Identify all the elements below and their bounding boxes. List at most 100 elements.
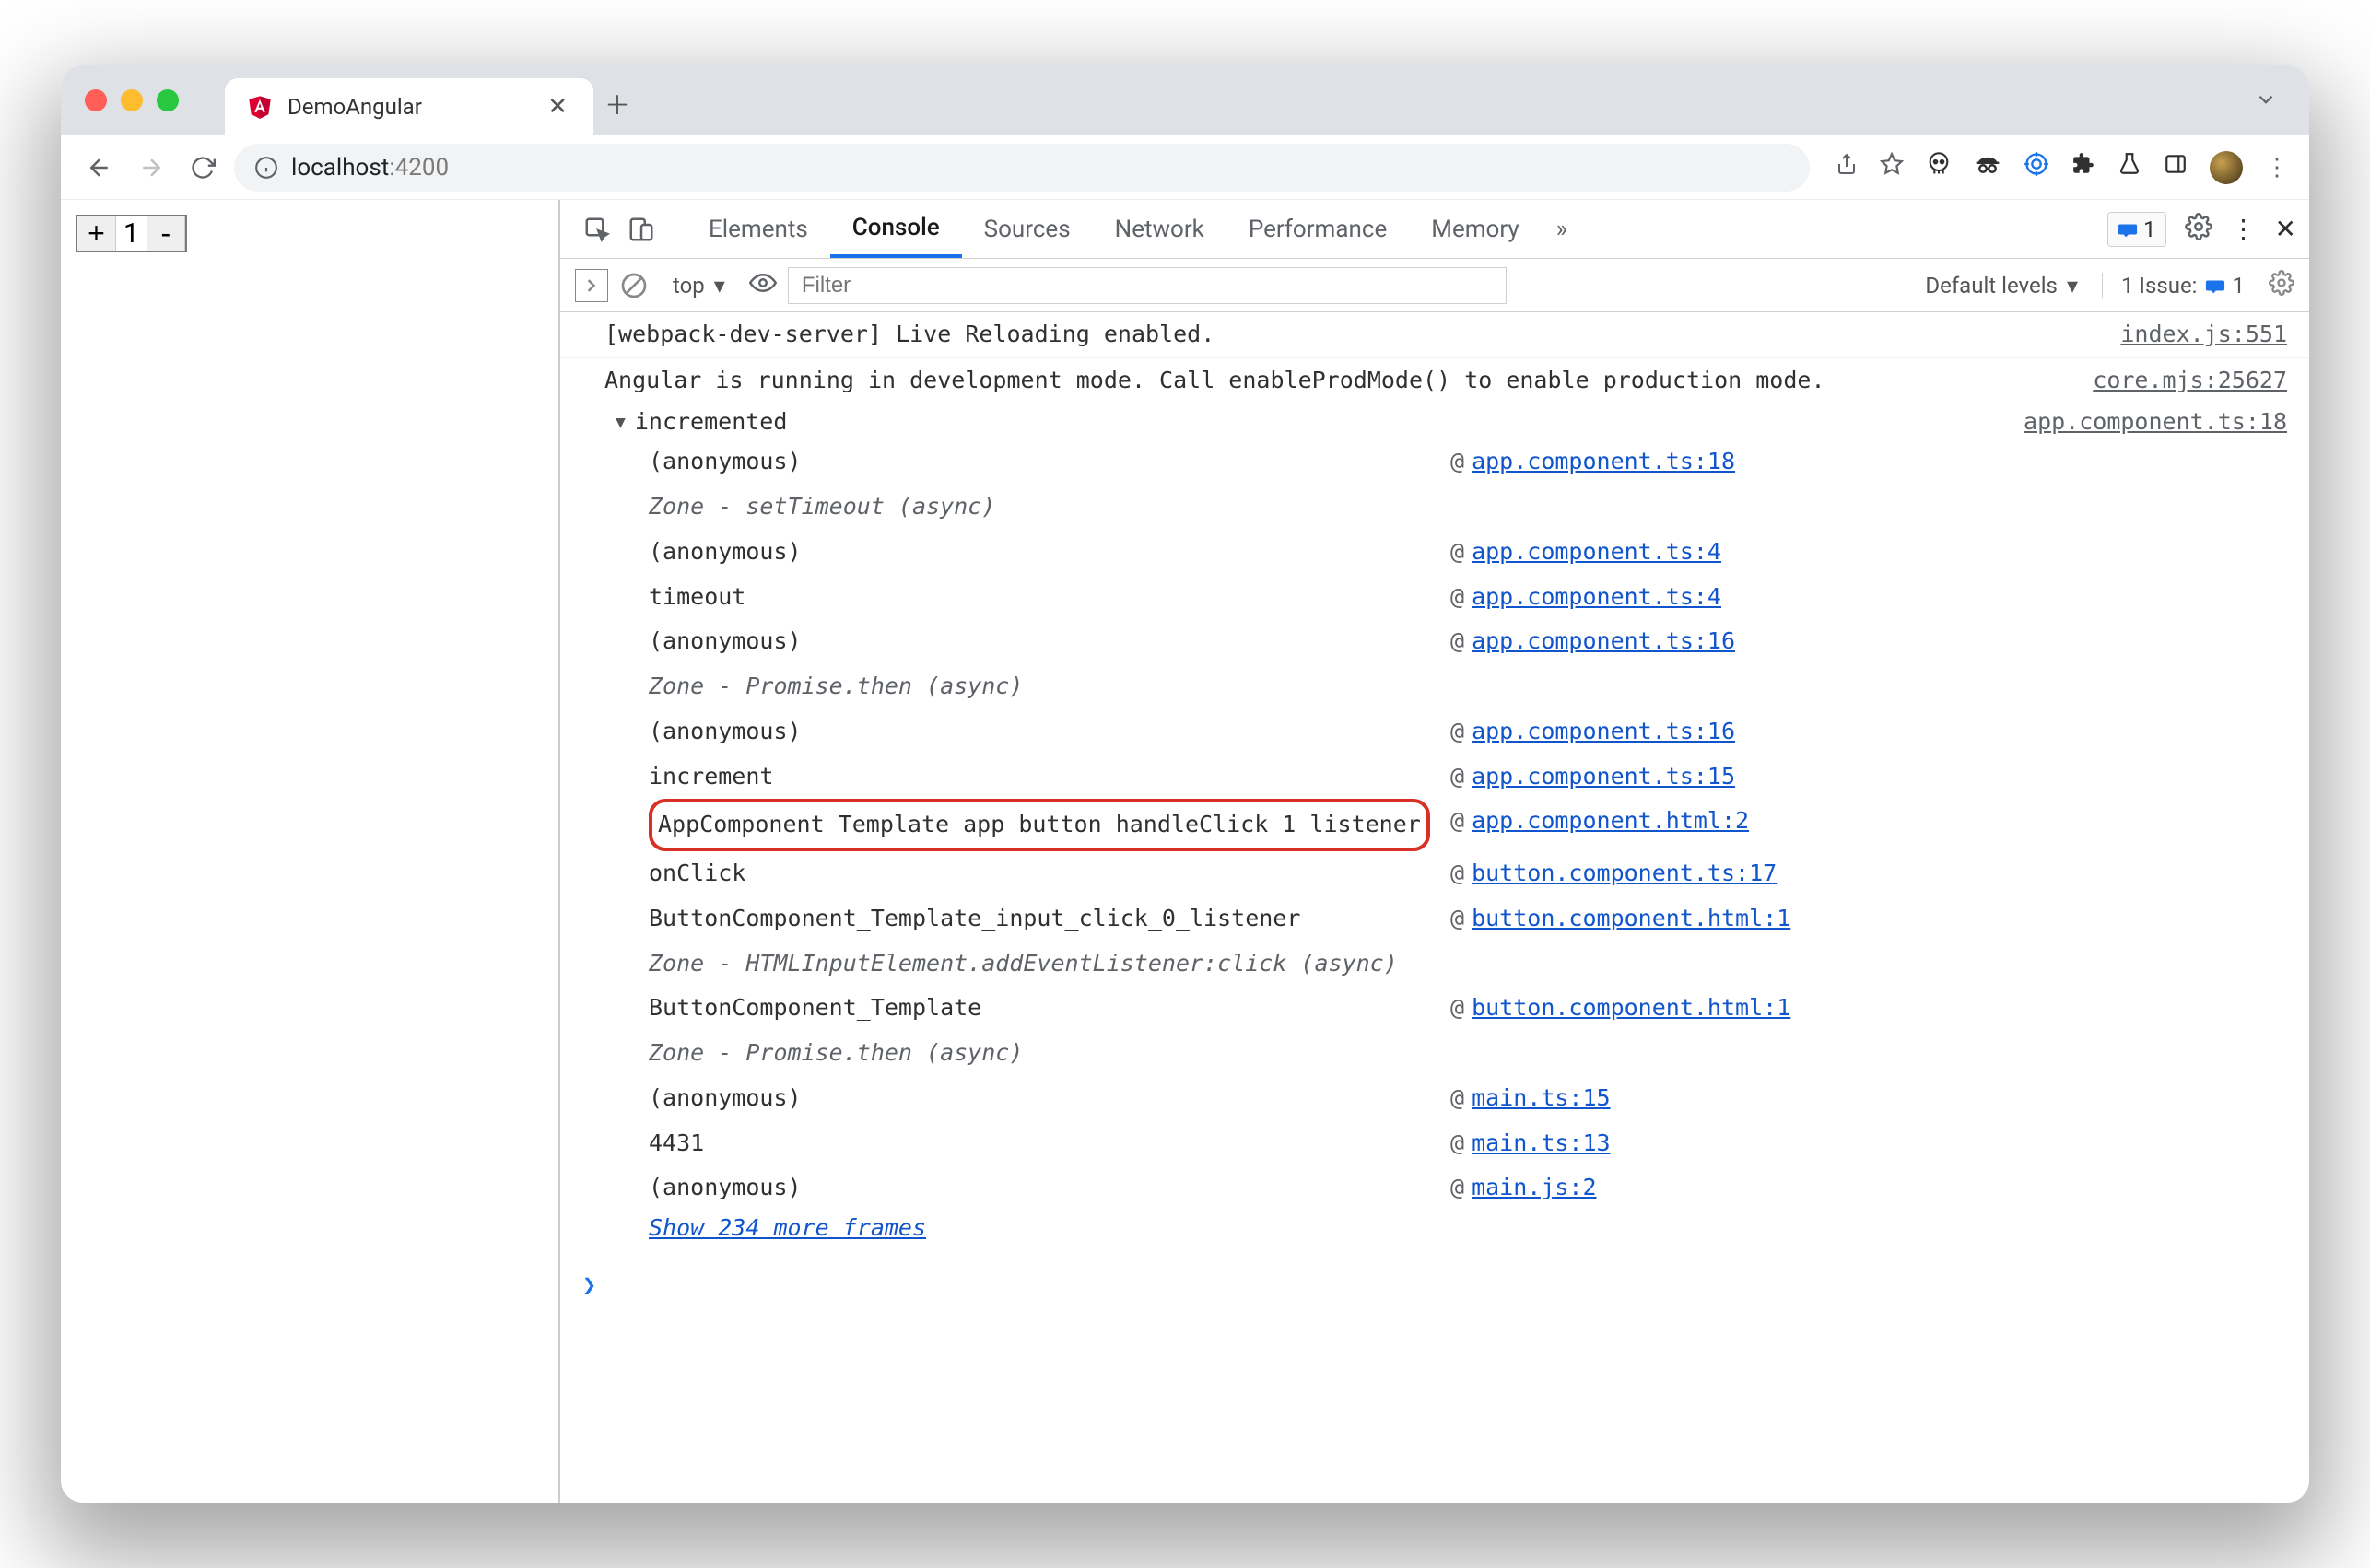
tab-search-icon[interactable] — [2254, 88, 2278, 115]
frame-source-link[interactable]: app.component.ts:16 — [1472, 619, 1735, 664]
stack-frame: increment@app.component.ts:15 — [616, 755, 2287, 800]
devtools-menu-icon[interactable]: ⋮ — [2231, 214, 2257, 244]
frame-function: (anonymous) — [649, 1165, 1450, 1211]
issues-chip[interactable]: 1 Issue: 1 — [2102, 273, 2245, 298]
console-prompt[interactable]: ❯ — [560, 1258, 2309, 1313]
browser-tab[interactable]: DemoAngular ✕ — [225, 78, 593, 135]
new-tab-button[interactable]: ＋ — [593, 86, 641, 123]
frame-source-link[interactable]: main.ts:15 — [1472, 1076, 1611, 1121]
frame-function: (anonymous) — [649, 1076, 1450, 1121]
forward-button[interactable] — [131, 147, 171, 188]
frame-function: AppComponent_Template_app_button_handleC… — [649, 799, 1450, 851]
context-selector[interactable]: top ▾ — [660, 267, 738, 304]
settings-icon[interactable] — [2185, 213, 2212, 246]
console-output: [webpack-dev-server] Live Reloading enab… — [560, 312, 2309, 1503]
tab-elements[interactable]: Elements — [686, 201, 830, 258]
frame-source-link[interactable]: main.js:2 — [1472, 1165, 1596, 1211]
extensions-icon[interactable] — [2071, 152, 2095, 182]
stack-frame: 4431@main.ts:13 — [616, 1121, 2287, 1166]
log-row: [webpack-dev-server] Live Reloading enab… — [560, 312, 2309, 358]
increment-button[interactable]: + — [77, 216, 116, 251]
info-icon — [254, 156, 278, 180]
tab-console[interactable]: Console — [830, 201, 962, 258]
frame-function: Zone - HTMLInputElement.addEventListener… — [649, 942, 1450, 987]
tab-network[interactable]: Network — [1093, 201, 1226, 258]
frame-source-link[interactable]: button.component.html:1 — [1472, 896, 1790, 942]
page-viewport: + 1 - — [61, 200, 558, 1503]
tab-sources[interactable]: Sources — [962, 201, 1093, 258]
filter-input[interactable] — [788, 267, 1507, 304]
frame-source-link[interactable]: app.component.html:2 — [1472, 799, 1749, 851]
stack-frame: Zone - Promise.then (async) — [616, 664, 2287, 709]
stack-frame: ButtonComponent_Template_input_click_0_l… — [616, 896, 2287, 942]
stack-frame: (anonymous)@app.component.ts:18 — [616, 439, 2287, 485]
titlebar: DemoAngular ✕ ＋ — [61, 65, 2309, 135]
url-text: localhost:4200 — [291, 154, 449, 181]
frame-source-link[interactable]: button.component.html:1 — [1472, 986, 1790, 1031]
chevron-down-icon: ▾ — [714, 273, 725, 298]
tab-title: DemoAngular — [287, 94, 529, 120]
eye-icon[interactable] — [749, 269, 777, 302]
source-link[interactable]: core.mjs:25627 — [2093, 363, 2287, 399]
tabs-overflow-icon[interactable]: » — [1542, 216, 1582, 243]
minimize-window-button[interactable] — [121, 89, 143, 111]
frame-function: increment — [649, 755, 1450, 800]
message-icon — [2118, 219, 2138, 240]
skull-ext-icon[interactable] — [1926, 151, 1952, 183]
back-button[interactable] — [79, 147, 120, 188]
stack-frame: (anonymous)@app.component.ts:16 — [616, 709, 2287, 755]
profile-avatar[interactable] — [2210, 151, 2243, 184]
group-label: incremented — [635, 404, 2024, 440]
messages-chip[interactable]: 1 — [2107, 212, 2166, 247]
share-icon[interactable] — [1836, 153, 1858, 181]
frame-function: onClick — [649, 851, 1450, 896]
decrement-button[interactable]: - — [147, 216, 185, 251]
frame-source-link[interactable]: app.component.ts:18 — [1472, 439, 1735, 485]
disclosure-triangle-icon[interactable]: ▼ — [616, 410, 626, 440]
stack-frame: Zone - setTimeout (async) — [616, 485, 2287, 530]
log-row: Angular is running in development mode. … — [560, 358, 2309, 404]
clear-console-icon[interactable] — [619, 271, 649, 300]
window-controls — [85, 89, 179, 111]
source-link[interactable]: index.js:551 — [2120, 317, 2287, 353]
close-tab-icon[interactable]: ✕ — [544, 93, 571, 121]
maximize-window-button[interactable] — [157, 89, 179, 111]
devtools-tabbar: Elements Console Sources Network Perform… — [560, 200, 2309, 259]
url-field[interactable]: localhost:4200 — [234, 144, 1810, 192]
target-ext-icon[interactable] — [2024, 151, 2049, 183]
frame-function: Zone - Promise.then (async) — [649, 1031, 1450, 1076]
frame-function: Zone - setTimeout (async) — [649, 485, 1450, 530]
star-icon[interactable] — [1880, 152, 1904, 182]
tab-memory[interactable]: Memory — [1409, 201, 1541, 258]
stack-frame: timeout@app.component.ts:4 — [616, 575, 2287, 620]
show-more-frames-link[interactable]: Show 234 more frames — [616, 1211, 2287, 1246]
address-bar: localhost:4200 — [61, 135, 2309, 200]
close-devtools-icon[interactable]: ✕ — [2275, 214, 2296, 244]
panel-icon[interactable] — [2164, 152, 2188, 182]
tab-performance[interactable]: Performance — [1226, 201, 1409, 258]
inspect-icon[interactable] — [575, 207, 619, 252]
frame-function: 4431 — [649, 1121, 1450, 1166]
frame-source-link[interactable]: button.component.ts:17 — [1472, 851, 1777, 896]
console-settings-icon[interactable] — [2256, 270, 2294, 301]
frame-source-link[interactable]: app.component.ts:4 — [1472, 530, 1721, 575]
sidebar-toggle-icon[interactable] — [575, 269, 608, 302]
close-window-button[interactable] — [85, 89, 107, 111]
stack-frame: onClick@button.component.ts:17 — [616, 851, 2287, 896]
frame-function: (anonymous) — [649, 530, 1450, 575]
stack-frame: AppComponent_Template_app_button_handleC… — [616, 799, 2287, 851]
labs-icon[interactable] — [2118, 152, 2141, 182]
device-toggle-icon[interactable] — [619, 207, 663, 252]
frame-source-link[interactable]: app.component.ts:15 — [1472, 755, 1735, 800]
log-levels-selector[interactable]: Default levels ▾ — [1912, 267, 2091, 304]
incognito-ext-icon[interactable] — [1974, 150, 2001, 184]
frame-source-link[interactable]: app.component.ts:16 — [1472, 709, 1735, 755]
reload-button[interactable] — [182, 147, 223, 188]
source-link[interactable]: app.component.ts:18 — [2024, 404, 2287, 440]
stack-frame: ButtonComponent_Template@button.componen… — [616, 986, 2287, 1031]
frame-source-link[interactable]: main.ts:13 — [1472, 1121, 1611, 1166]
frame-source-link[interactable]: app.component.ts:4 — [1472, 575, 1721, 620]
browser-window: DemoAngular ✕ ＋ localhost:4200 — [61, 65, 2309, 1503]
frame-function: (anonymous) — [649, 619, 1450, 664]
browser-menu-icon[interactable]: ⋮ — [2265, 154, 2287, 181]
